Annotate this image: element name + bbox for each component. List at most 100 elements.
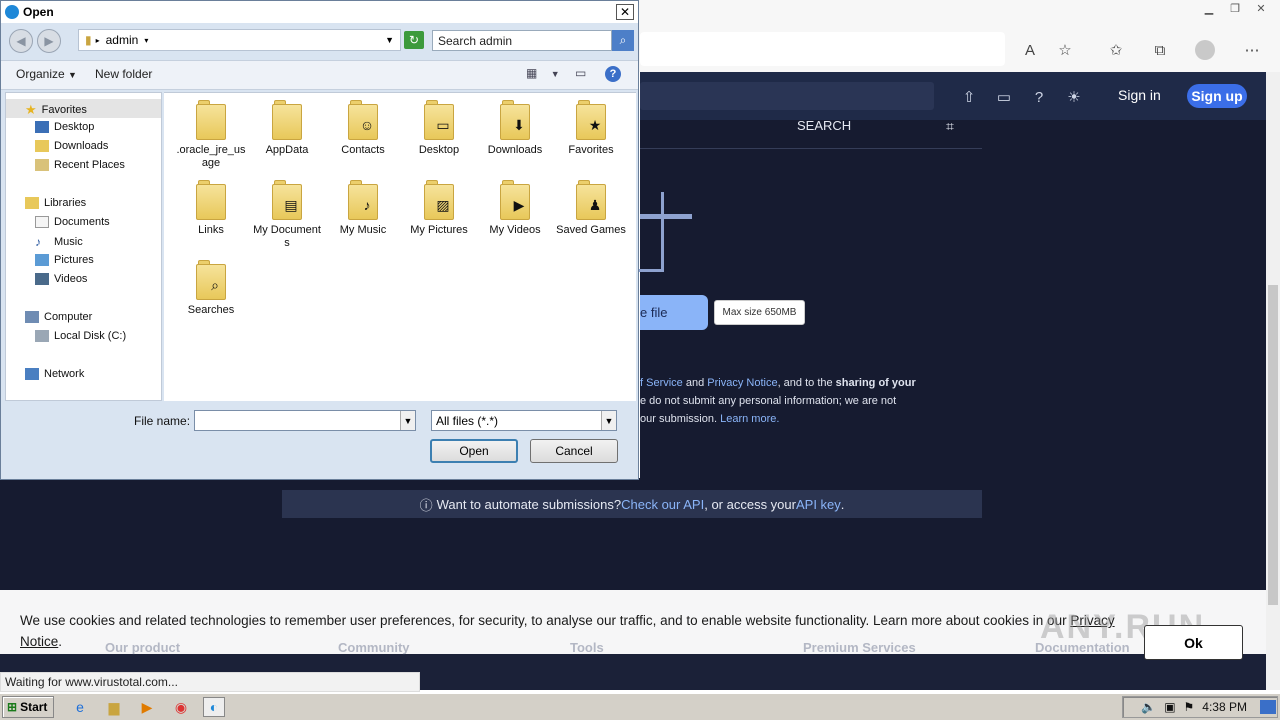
open-button[interactable]: Open <box>430 439 518 463</box>
nav-pictures[interactable]: Pictures <box>35 254 94 266</box>
vt-search-input[interactable] <box>640 82 934 110</box>
pictures-folder-icon: ▨ <box>422 178 456 220</box>
address-bar[interactable] <box>640 32 1005 66</box>
path-segment[interactable]: admin <box>106 33 139 47</box>
file-item[interactable]: ▤ My Documents <box>252 178 322 250</box>
file-item[interactable]: .oracle_jre_usage <box>176 98 246 170</box>
terms-link[interactable]: f Service <box>640 377 683 389</box>
dialog-close-icon[interactable]: ✕ <box>616 4 634 20</box>
more-icon[interactable]: ⋯ <box>1242 40 1262 60</box>
chrome-icon[interactable]: ◉ <box>170 697 192 717</box>
tab-search[interactable]: SEARCH <box>797 118 851 133</box>
back-icon[interactable]: ◀ <box>9 29 33 53</box>
nav-computer[interactable]: Computer <box>25 311 92 323</box>
file-item[interactable]: ♟ Saved Games <box>556 178 626 237</box>
chevron-icon[interactable]: ▸ <box>96 36 100 45</box>
path-breadcrumb[interactable]: ▮ ▸ admin ▾ ▼ <box>78 29 401 51</box>
contacts-folder-icon-badge: ☺ <box>359 116 375 133</box>
nav-libraries[interactable]: Libraries <box>25 197 86 209</box>
file-item[interactable]: ★ Favorites <box>556 98 626 157</box>
help-icon[interactable]: ? <box>605 66 621 82</box>
file-name-input[interactable] <box>194 410 416 431</box>
profile-icon[interactable] <box>1195 40 1215 60</box>
file-item[interactable]: ⬇ Downloads <box>480 98 550 157</box>
file-item[interactable]: ☺ Contacts <box>328 98 398 157</box>
show-desktop-icon[interactable] <box>1260 700 1276 714</box>
folder-icon <box>194 178 228 220</box>
views-button[interactable]: ▦ ▼ ▭ <box>526 66 586 80</box>
file-item[interactable]: ♪ My Music <box>328 178 398 237</box>
choose-file-button[interactable]: e file <box>640 295 708 330</box>
favorite-add-icon[interactable]: ☆ <box>1055 40 1075 60</box>
nav-recent[interactable]: Recent Places <box>35 159 125 171</box>
nav-downloads[interactable]: Downloads <box>35 140 108 152</box>
videos-folder-icon: ▶ <box>498 178 532 220</box>
close-icon[interactable]: ✕ <box>1248 0 1274 16</box>
search-icon[interactable]: ⌕ <box>612 30 634 51</box>
file-item[interactable]: ▶ My Videos <box>480 178 550 237</box>
file-item[interactable]: ▭ Desktop <box>404 98 474 157</box>
refresh-icon[interactable]: ↻ <box>404 31 424 49</box>
preview-pane-icon[interactable]: ▭ <box>575 66 586 80</box>
check-api-link[interactable]: Check our API <box>621 497 704 512</box>
sign-in-link[interactable]: Sign in <box>1118 87 1161 103</box>
nav-music[interactable]: ♪ Music <box>35 235 83 249</box>
nav-downloads-label: Downloads <box>54 140 109 152</box>
cookie-ok-button[interactable]: Ok <box>1144 625 1243 660</box>
theme-icon[interactable]: ☀ <box>1064 87 1084 107</box>
file-item[interactable]: ⌕ Searches <box>176 258 246 317</box>
sign-up-button[interactable]: Sign up <box>1187 84 1247 108</box>
chat-icon[interactable]: ▭ <box>994 87 1014 107</box>
dialog-titlebar[interactable] <box>1 1 638 23</box>
desktop-icon <box>35 121 49 133</box>
chevron-down-icon[interactable]: ▾ <box>144 36 148 45</box>
file-item[interactable]: AppData <box>252 98 322 157</box>
nav-desktop[interactable]: Desktop <box>35 121 94 133</box>
collections-icon[interactable]: ⧉ <box>1150 40 1170 60</box>
forward-icon[interactable]: ▶ <box>37 29 61 53</box>
nav-favorites[interactable]: ★ Favorites <box>25 102 87 118</box>
media-player-icon[interactable]: ▶ <box>136 697 158 717</box>
nav-local-disk[interactable]: Local Disk (C:) <box>35 330 126 342</box>
chevron-down-icon[interactable]: ▼ <box>400 411 415 430</box>
flag-icon[interactable]: ⚑ <box>1184 700 1195 714</box>
network-tray-icon[interactable]: ▣ <box>1164 700 1175 714</box>
scrollbar-thumb[interactable] <box>1268 285 1278 605</box>
learn-more-link[interactable]: Learn more. <box>720 413 779 425</box>
file-item[interactable]: Links <box>176 178 246 237</box>
volume-icon[interactable]: 🔈 <box>1141 700 1156 714</box>
favorites-folder-icon-badge: ★ <box>588 116 602 133</box>
cancel-button[interactable]: Cancel <box>530 439 618 463</box>
favorites-icon[interactable]: ✩ <box>1106 40 1126 60</box>
fingerprint-icon[interactable]: ⌗ <box>946 118 954 135</box>
read-aloud-icon[interactable]: A <box>1020 40 1040 60</box>
help-icon[interactable]: ? <box>1029 87 1049 107</box>
file-item[interactable]: ▨ My Pictures <box>404 178 474 237</box>
new-folder-button[interactable]: New folder <box>95 67 152 81</box>
windows-logo-icon: ⊞ <box>7 700 18 714</box>
organize-label: Organize <box>16 67 65 81</box>
chevron-down-icon[interactable]: ▼ <box>601 411 616 430</box>
explorer-icon[interactable]: ▆ <box>103 697 125 717</box>
ie-icon[interactable]: e <box>69 697 91 717</box>
path-dropdown-icon[interactable]: ▼ <box>385 35 394 45</box>
privacy-link[interactable]: Privacy Notice <box>707 377 777 389</box>
nav-videos[interactable]: Videos <box>35 273 87 285</box>
nav-network-label: Network <box>44 368 85 380</box>
clock[interactable]: 4:38 PM <box>1202 700 1247 714</box>
desktop-folder-icon: ▭ <box>422 98 456 140</box>
edge-icon[interactable]: ◐ <box>203 697 225 717</box>
search-input[interactable]: Search admin <box>432 30 612 51</box>
nav-network[interactable]: Network <box>25 368 84 380</box>
file-type-select[interactable]: All files (*.*) <box>431 410 617 431</box>
minimize-icon[interactable]: ▁ <box>1196 0 1222 16</box>
terms-line3: our submission. <box>640 413 721 425</box>
start-button[interactable]: ⊞ Start <box>2 696 54 718</box>
api-key-link[interactable]: API key <box>796 497 841 512</box>
nav-documents[interactable]: Documents <box>35 216 110 228</box>
nav-local-disk-label: Local Disk (C:) <box>54 330 127 342</box>
vt-main <box>640 120 1266 590</box>
organize-button[interactable]: Organize ▼ <box>16 67 77 81</box>
restore-icon[interactable]: ❐ <box>1222 0 1248 16</box>
upload-icon[interactable]: ⇧ <box>959 87 979 107</box>
